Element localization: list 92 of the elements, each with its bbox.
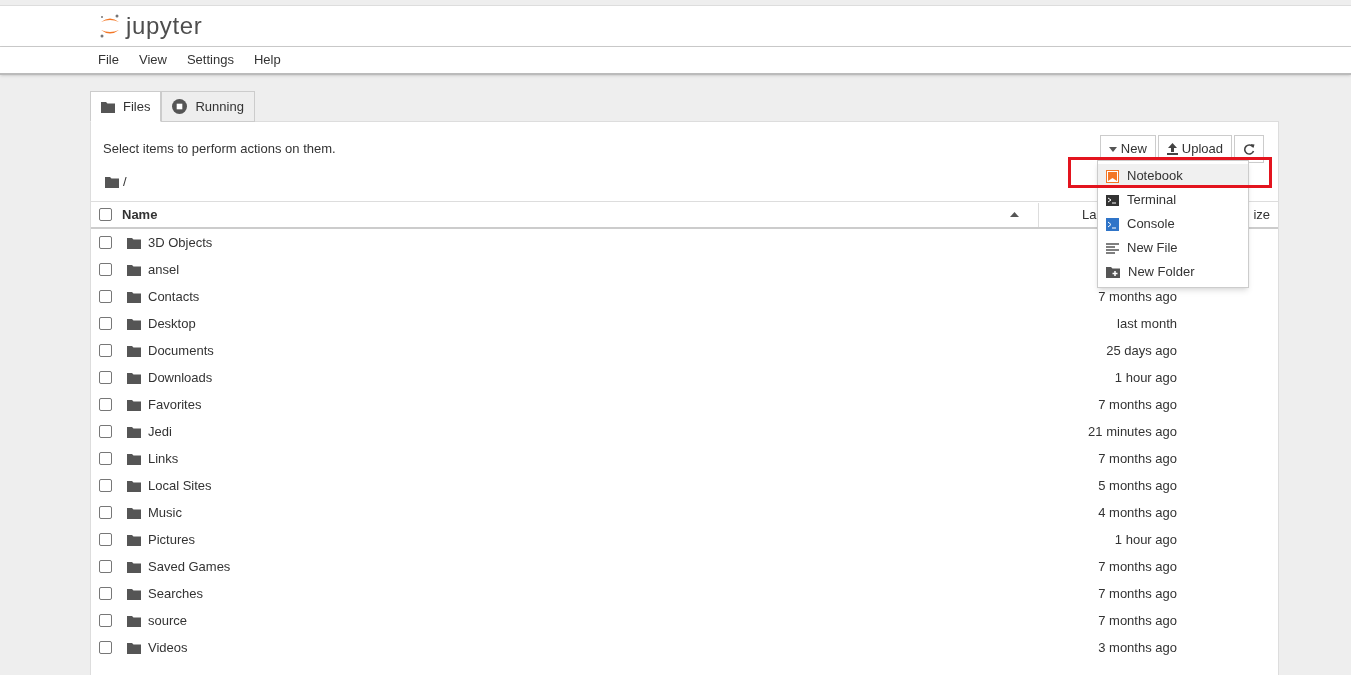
column-header[interactable]: La [1082,204,1097,225]
checkbox[interactable] [99,506,112,519]
dropdown-item[interactable]: Console [1098,212,1248,236]
folder-icon [127,479,141,492]
folder-icon [127,263,141,276]
checkbox[interactable] [99,587,112,600]
tab[interactable]: Running [161,91,255,122]
checkbox[interactable] [99,398,112,411]
folder-link[interactable]: Saved Games [148,556,231,577]
folder-link[interactable]: Jedi [148,421,172,442]
folder-icon [127,614,141,627]
folder-icon [127,398,141,411]
folder-link[interactable]: Favorites [148,394,202,415]
column-header[interactable]: ize [1253,204,1271,225]
folder-icon [127,236,141,249]
checkbox[interactable] [99,533,112,546]
folder-link[interactable]: source [148,610,188,631]
folder-link[interactable]: Pictures [148,529,195,550]
modified-time: 25 days ago [1106,341,1177,360]
checkbox[interactable] [99,641,112,654]
folder-link[interactable]: Links [148,448,179,469]
folder-icon [127,344,141,357]
folder-link[interactable]: Videos [148,637,188,658]
logo-text: jupyter [126,11,203,41]
menu-item[interactable]: Help [253,50,281,70]
folder-link[interactable]: ansel [148,259,180,280]
folder-link[interactable]: Desktop [148,313,196,334]
folder-link[interactable]: Searches [148,583,203,604]
checkbox[interactable] [99,344,112,357]
modified-time: last month [1117,314,1177,333]
refresh-icon [1243,143,1255,155]
checkbox[interactable] [99,479,112,492]
text-file-icon [1106,242,1119,254]
modified-time: 7 months ago [1098,611,1177,630]
modified-time: 5 months ago [1098,476,1177,495]
checkbox[interactable] [99,208,112,221]
folder-icon [127,425,141,438]
folder-icon [127,533,141,546]
checkbox[interactable] [99,452,112,465]
folder-icon [127,587,141,600]
sort-arrow-icon[interactable] [1010,212,1019,217]
menu-item[interactable]: View [138,50,167,70]
modified-time: 7 months ago [1098,395,1177,414]
folder-icon [127,506,141,519]
checkbox[interactable] [99,290,112,303]
folder-icon [101,100,115,113]
column-header[interactable]: Name [122,204,1010,225]
modified-time: 1 hour ago [1114,368,1177,387]
checkbox[interactable] [99,560,112,573]
folder-link[interactable]: Documents [148,340,214,361]
stop-icon [172,99,188,114]
menu-item[interactable]: File [98,50,119,70]
modified-time: 3 months ago [1098,638,1177,657]
dropdown-item[interactable]: New File [1098,236,1248,260]
upload-icon [1166,143,1178,155]
modified-time: 7 months ago [1098,557,1177,576]
new-folder-icon [1106,266,1120,278]
folder-link[interactable]: Contacts [148,286,200,307]
checkbox[interactable] [99,317,112,330]
folder-link[interactable]: Downloads [148,367,213,388]
folder-icon [127,560,141,573]
folder-icon [127,452,141,465]
modified-time: 1 hour ago [1114,530,1177,549]
terminal-icon [1106,194,1119,206]
folder-icon [127,290,141,303]
modified-time: 7 months ago [1098,449,1177,468]
dropdown-item[interactable]: Terminal [1098,188,1248,212]
modified-time: 7 months ago [1098,287,1177,306]
menu-item[interactable]: Settings [186,50,234,70]
modified-time: 7 months ago [1098,584,1177,603]
tab[interactable]: Files [90,91,162,122]
breadcrumb-link[interactable]: / [123,172,127,192]
notebook-icon [1106,169,1119,183]
checkbox[interactable] [99,371,112,384]
folder-link[interactable]: Local Sites [148,475,212,496]
checkbox[interactable] [99,263,112,276]
folder-link[interactable]: Music [148,502,182,523]
instruction-text: Select items to perform actions on them. [103,140,336,159]
folder-icon [105,176,119,188]
folder-icon [127,641,141,654]
folder-icon [127,371,141,384]
console-icon [1106,217,1119,231]
dropdown-item[interactable]: Notebook [1098,164,1248,188]
checkbox[interactable] [99,236,112,249]
checkbox[interactable] [99,425,112,438]
modified-time: 4 months ago [1098,503,1177,522]
modified-time: 21 minutes ago [1088,422,1177,441]
folder-icon [127,317,141,330]
folder-link[interactable]: 3D Objects [148,232,213,253]
caret-icon [1108,146,1117,152]
checkbox[interactable] [99,614,112,627]
dropdown-item[interactable]: New Folder [1098,260,1248,284]
